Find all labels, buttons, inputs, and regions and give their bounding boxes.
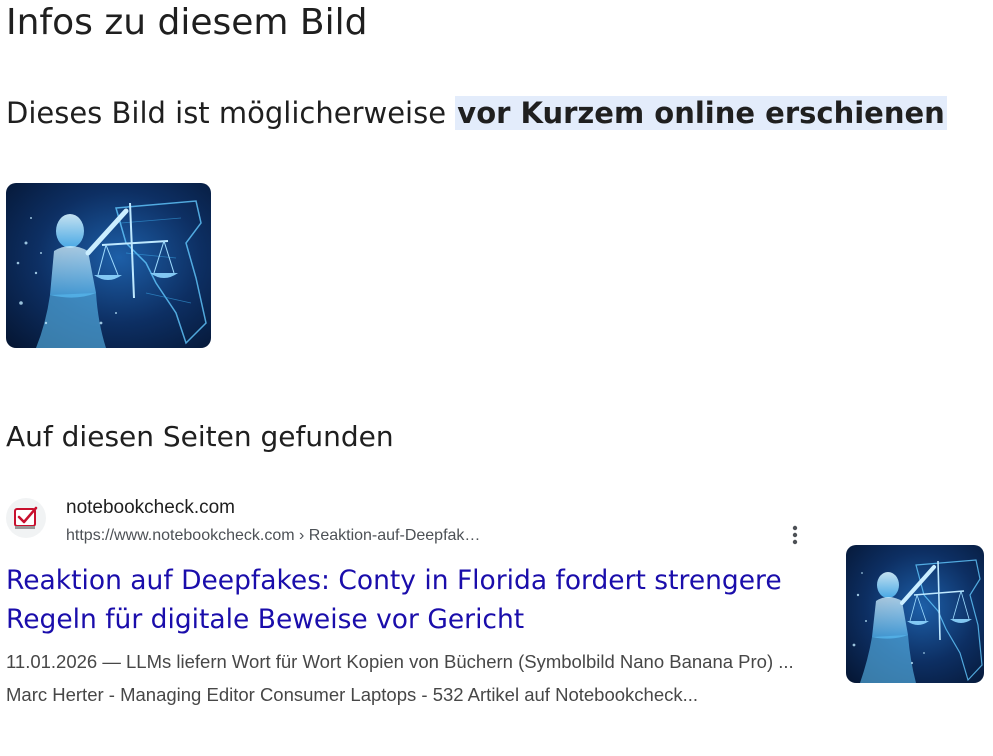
site-favicon[interactable] xyxy=(6,498,46,538)
result-url-breadcrumb[interactable]: https://www.notebookcheck.com › Reaktion… xyxy=(66,525,480,547)
result-title-link[interactable]: Reaktion auf Deepfakes: Conty in Florida… xyxy=(6,561,816,639)
source-image-thumbnail[interactable] xyxy=(6,183,211,348)
more-vert-icon xyxy=(792,525,798,545)
image-age-highlight: vor Kurzem online erschienen xyxy=(455,96,947,130)
page-title: Infos zu diesem Bild xyxy=(6,2,368,43)
image-age-prefix: Dieses Bild ist möglicherweise xyxy=(6,96,456,130)
notebookcheck-logo-icon xyxy=(14,506,38,529)
found-on-pages-heading: Auf diesen Seiten gefunden xyxy=(6,420,394,453)
image-age-statement: Dieses Bild ist möglicherweise vor Kurze… xyxy=(6,94,947,132)
result-snippet: 11.01.2026 — LLMs liefern Wort für Wort … xyxy=(6,651,794,705)
result-thumbnail[interactable] xyxy=(846,545,984,683)
result-site-name[interactable]: notebookcheck.com xyxy=(66,496,235,520)
result-more-options-button[interactable] xyxy=(780,520,810,550)
image-info-page: Infos zu diesem Bild Dieses Bild ist mög… xyxy=(0,0,993,756)
